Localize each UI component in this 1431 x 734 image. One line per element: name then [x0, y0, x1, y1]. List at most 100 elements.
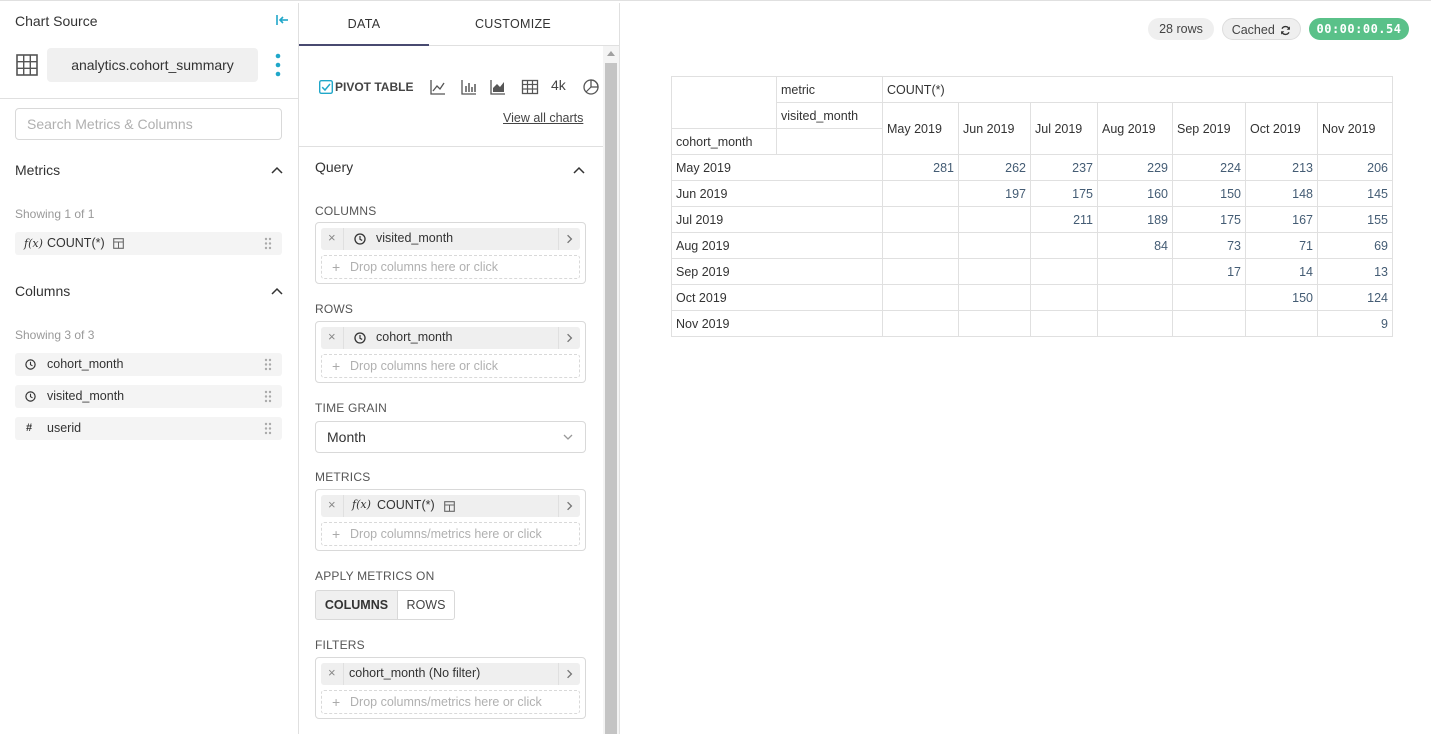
- metric-label: COUNT(*): [47, 236, 105, 250]
- function-icon: f(x): [352, 498, 371, 511]
- row-header-cell: Oct 2019: [671, 284, 883, 311]
- value-cell: 213: [1245, 154, 1318, 181]
- table-row: Sep 2019 17 14 13: [671, 258, 1393, 285]
- more-options-icon[interactable]: [270, 52, 286, 78]
- apply-metrics-on-label: APPLY METRICS ON: [315, 569, 435, 583]
- time-grain-select[interactable]: Month: [315, 421, 586, 453]
- pivot-table-viz-button[interactable]: PIVOT TABLE: [315, 73, 413, 101]
- control-panel: DATA CUSTOMIZE PIVOT TABLE 4k View all c…: [299, 3, 620, 734]
- col-header-cell[interactable]: Nov 2019: [1317, 102, 1393, 155]
- column-item[interactable]: cohort_month: [15, 353, 282, 376]
- metric-label-cell: metric: [776, 76, 883, 103]
- metrics-drop-zone[interactable]: + Drop columns/metrics here or click: [321, 522, 580, 546]
- table-row: Aug 2019 84 73 71 69: [671, 232, 1393, 259]
- drag-handle-icon[interactable]: [264, 237, 272, 250]
- filter-pill[interactable]: × cohort_month (No filter): [321, 663, 580, 685]
- col-header-cell[interactable]: Jul 2019: [1030, 102, 1098, 155]
- clock-icon: [25, 391, 36, 402]
- chevron-up-icon: [271, 166, 283, 174]
- chevron-up-icon[interactable]: [573, 164, 585, 176]
- search-metrics-columns-input[interactable]: [15, 108, 282, 140]
- tab-data[interactable]: DATA: [299, 3, 429, 46]
- value-cell: 13: [1317, 258, 1393, 285]
- column-pill[interactable]: × visited_month: [321, 228, 580, 250]
- table-icon[interactable]: [521, 78, 539, 96]
- table-row: May 2019 281 262 237 229 224 213 206: [671, 154, 1393, 181]
- drag-handle-icon[interactable]: [264, 422, 272, 435]
- row-header-cell: Sep 2019: [671, 258, 883, 285]
- column-item[interactable]: visited_month: [15, 385, 282, 408]
- filters-control-label: FILTERS: [315, 638, 365, 652]
- value-cell: [1030, 258, 1098, 285]
- metrics-control-label: METRICS: [315, 470, 371, 484]
- table-grid-icon: [16, 54, 38, 76]
- plus-icon: +: [332, 259, 341, 275]
- area-chart-icon[interactable]: [489, 78, 507, 96]
- remove-icon[interactable]: ×: [328, 329, 336, 344]
- scrollbar-thumb[interactable]: [605, 63, 617, 734]
- dataset-name[interactable]: analytics.cohort_summary: [47, 48, 258, 82]
- value-cell: [1172, 284, 1246, 311]
- tab-customize[interactable]: CUSTOMIZE: [429, 3, 597, 46]
- col-header-cell[interactable]: Oct 2019: [1245, 102, 1318, 155]
- value-cell: [958, 206, 1031, 233]
- plus-icon: +: [332, 526, 341, 542]
- col-header-cell[interactable]: Aug 2019: [1097, 102, 1173, 155]
- table-row: Jul 2019 211 189 175 167 155: [671, 206, 1393, 233]
- drag-handle-icon[interactable]: [264, 390, 272, 403]
- metric-item[interactable]: f(x) COUNT(*): [15, 232, 282, 255]
- chevron-right-icon[interactable]: [558, 495, 580, 517]
- value-cell: 9: [1317, 310, 1393, 337]
- column-item[interactable]: # userid: [15, 417, 282, 440]
- chevron-right-icon[interactable]: [558, 327, 580, 349]
- pill-separator: [343, 228, 344, 250]
- value-cell: [1245, 310, 1318, 337]
- column-label: cohort_month: [47, 357, 124, 371]
- row-header-cell: May 2019: [671, 154, 883, 181]
- query-section-title[interactable]: Query: [315, 159, 353, 175]
- pill-separator: [343, 495, 344, 517]
- chevron-up-icon: [271, 287, 283, 295]
- bar-chart-icon[interactable]: [460, 78, 478, 96]
- columns-section-header[interactable]: Columns: [15, 283, 285, 299]
- drop-hint: Drop columns here or click: [350, 359, 498, 373]
- value-cell: 17: [1172, 258, 1246, 285]
- col-header-cell[interactable]: Jun 2019: [958, 102, 1031, 155]
- clock-icon: [354, 332, 366, 344]
- big-number-viz-button[interactable]: 4k: [551, 77, 566, 93]
- cached-badge[interactable]: Cached: [1222, 18, 1301, 40]
- col-header-cell[interactable]: Sep 2019: [1172, 102, 1246, 155]
- metric-pill[interactable]: × f(x) COUNT(*): [321, 495, 580, 517]
- value-cell: 197: [958, 180, 1031, 207]
- filters-drop-zone[interactable]: + Drop columns/metrics here or click: [321, 690, 580, 714]
- metric-value-cell: COUNT(*): [882, 76, 1393, 103]
- row-dim-label-cell[interactable]: cohort_month: [671, 128, 777, 155]
- columns-heading: Columns: [15, 283, 71, 299]
- value-cell: [1030, 232, 1098, 259]
- chevron-down-icon: [563, 434, 573, 440]
- remove-icon[interactable]: ×: [328, 497, 336, 512]
- value-cell: 73: [1172, 232, 1246, 259]
- rows-drop-zone[interactable]: + Drop columns here or click: [321, 354, 580, 378]
- chevron-right-icon[interactable]: [558, 663, 580, 685]
- metrics-section-header[interactable]: Metrics: [15, 162, 285, 178]
- columns-drop-zone[interactable]: + Drop columns here or click: [321, 255, 580, 279]
- view-all-charts-link[interactable]: View all charts: [503, 111, 583, 125]
- col-header-cell[interactable]: May 2019: [882, 102, 959, 155]
- drag-handle-icon[interactable]: [264, 358, 272, 371]
- remove-icon[interactable]: ×: [328, 230, 336, 245]
- clock-icon: [25, 359, 36, 370]
- value-cell: [1097, 310, 1173, 337]
- metric-pill-label: COUNT(*): [377, 498, 435, 512]
- pie-chart-icon[interactable]: [582, 78, 600, 96]
- value-cell: 189: [1097, 206, 1173, 233]
- row-pill[interactable]: × cohort_month: [321, 327, 580, 349]
- chevron-right-icon[interactable]: [558, 228, 580, 250]
- apply-metrics-columns-button[interactable]: COLUMNS: [315, 590, 398, 620]
- line-chart-icon[interactable]: [429, 78, 447, 96]
- scroll-up-arrow-icon[interactable]: [607, 51, 615, 56]
- collapse-panel-icon[interactable]: [274, 12, 290, 28]
- apply-metrics-rows-button[interactable]: ROWS: [397, 590, 455, 620]
- value-cell: [1172, 310, 1246, 337]
- remove-icon[interactable]: ×: [328, 665, 336, 680]
